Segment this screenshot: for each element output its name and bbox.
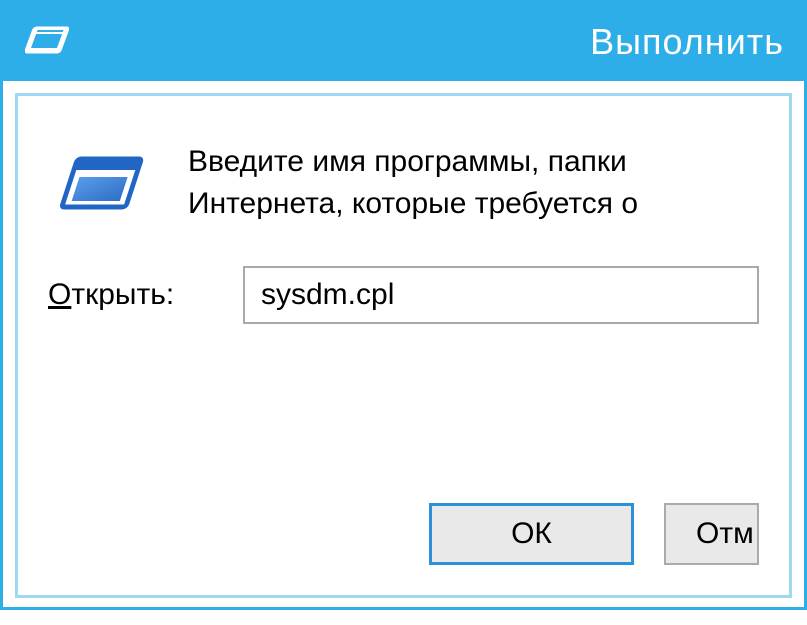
description-row: Введите имя программы, папки Интернета, …	[48, 136, 759, 226]
open-label: Открыть:	[48, 278, 198, 312]
button-row: ОК Отм	[429, 503, 759, 565]
titlebar[interactable]: Выполнить	[3, 3, 804, 81]
window-title: Выполнить	[590, 21, 784, 63]
ok-button[interactable]: ОК	[429, 503, 634, 565]
cancel-button[interactable]: Отм	[664, 503, 759, 565]
description-line-2: Интернета, которые требуется о	[188, 187, 638, 220]
open-input[interactable]	[243, 266, 759, 324]
open-input-row: Открыть:	[48, 266, 759, 324]
dialog-content: Введите имя программы, папки Интернета, …	[15, 93, 792, 598]
run-program-icon	[58, 146, 148, 226]
description-line-1: Введите имя программы, папки	[188, 145, 627, 178]
description-text: Введите имя программы, папки Интернета, …	[188, 136, 638, 225]
run-titlebar-icon	[23, 24, 71, 60]
run-dialog-window: Выполнить	[0, 0, 807, 610]
